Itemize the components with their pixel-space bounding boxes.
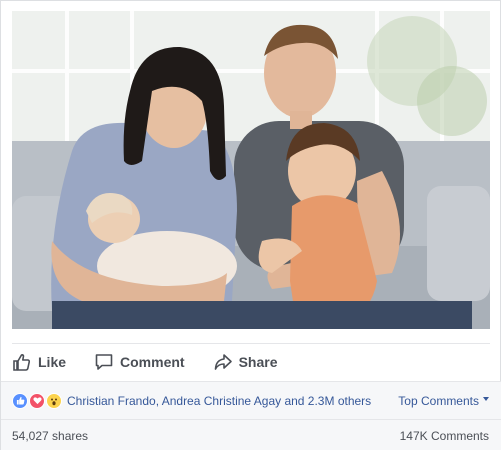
love-reaction-icon[interactable] <box>29 392 45 409</box>
post-photo[interactable] <box>12 11 490 329</box>
post-actions-bar: Like Comment Share <box>12 343 490 379</box>
share-arrow-icon <box>214 353 232 370</box>
comment-button[interactable]: Comment <box>94 344 185 380</box>
feed-post: Like Comment Share Christian Frando, And… <box>0 0 501 450</box>
caret-down-icon <box>483 397 489 401</box>
top-comments-dropdown[interactable]: Top Comments <box>398 394 489 408</box>
thumbs-up-icon <box>13 353 31 371</box>
comment-label: Comment <box>120 353 185 370</box>
comment-bubble-icon <box>95 353 113 370</box>
share-button[interactable]: Share <box>213 344 278 380</box>
like-reaction-icon[interactable] <box>12 392 28 409</box>
top-comments-label: Top Comments <box>398 394 479 408</box>
like-label: Like <box>38 353 67 370</box>
wow-reaction-icon[interactable] <box>46 392 62 409</box>
share-label: Share <box>238 353 278 370</box>
comments-count[interactable]: 147K Comments <box>400 429 489 443</box>
reactions-bar: Christian Frando, Andrea Christine Agay … <box>1 381 501 419</box>
post-stats: 54,027 shares 147K Comments <box>1 419 501 450</box>
shares-count[interactable]: 54,027 shares <box>12 429 88 443</box>
like-button[interactable]: Like <box>12 344 66 380</box>
reactors-link[interactable]: Christian Frando, Andrea Christine Agay … <box>67 394 371 408</box>
